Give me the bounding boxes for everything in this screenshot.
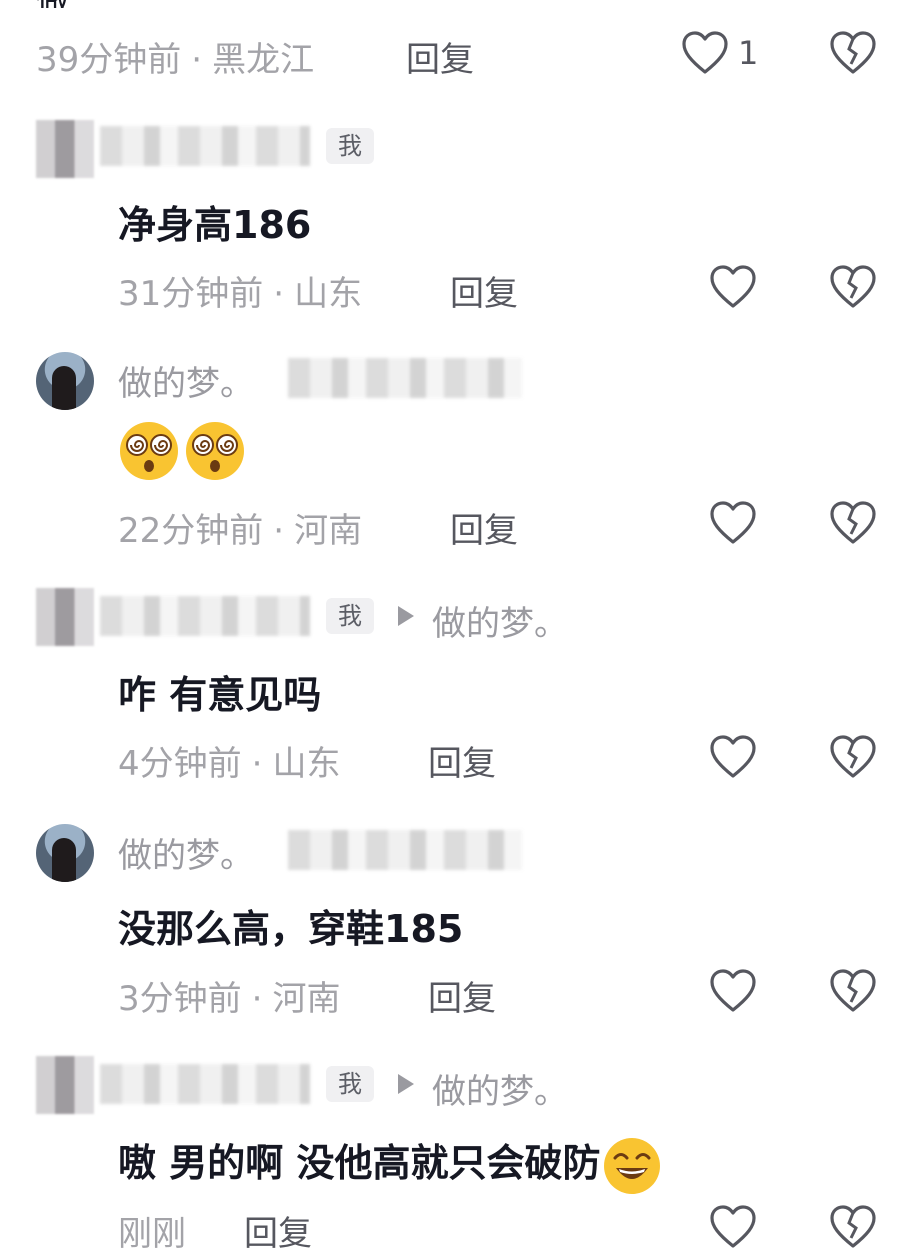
like-count: 1 bbox=[738, 34, 759, 72]
meta-separator: · bbox=[273, 274, 285, 314]
reply-target-username[interactable]: 做的梦。 bbox=[432, 1064, 568, 1113]
reply-button[interactable]: 回复 bbox=[244, 1206, 312, 1255]
meta-separator: · bbox=[251, 979, 263, 1019]
grin-squint-icon bbox=[604, 1137, 661, 1194]
comment-text: 嗷 男的啊 没他高就只会破防 bbox=[118, 1141, 601, 1185]
comment-time: 31分钟前 bbox=[118, 274, 264, 314]
username[interactable]: 做的梦。 bbox=[118, 828, 254, 877]
avatar[interactable] bbox=[36, 824, 94, 882]
avatar[interactable] bbox=[36, 588, 94, 646]
broken-heart-icon[interactable] bbox=[828, 500, 878, 546]
broken-heart-icon[interactable] bbox=[828, 734, 878, 780]
comment-location: 山东 bbox=[272, 744, 341, 784]
username-blurred bbox=[288, 358, 522, 398]
meta-separator: · bbox=[273, 511, 285, 551]
dizzy-face-icon bbox=[186, 422, 244, 480]
broken-heart-icon[interactable] bbox=[828, 1204, 878, 1250]
reply-arrow-icon bbox=[398, 606, 414, 626]
author-tag: 我 bbox=[326, 128, 374, 164]
previous-comment-stub: 做 bbox=[0, 0, 913, 8]
dizzy-face-icon bbox=[120, 422, 178, 480]
comment-text: 净身高186 bbox=[118, 203, 312, 247]
comment-text bbox=[118, 420, 250, 482]
comment-meta: 31分钟前 · 山东 bbox=[118, 266, 362, 315]
heart-icon[interactable] bbox=[708, 500, 758, 546]
reply-button[interactable]: 回复 bbox=[428, 736, 496, 785]
reply-arrow-icon bbox=[398, 1074, 414, 1094]
comment-time: 刚刚 bbox=[118, 1214, 186, 1254]
meta-separator: · bbox=[191, 40, 203, 80]
comment-meta: 39分钟前 · 黑龙江 bbox=[36, 32, 314, 81]
comment-text-line: 嗷 男的啊 没他高就只会破防 bbox=[118, 1132, 662, 1196]
username-blurred bbox=[100, 126, 310, 166]
reply-button[interactable]: 回复 bbox=[450, 503, 518, 552]
username-blurred bbox=[100, 1064, 310, 1104]
heart-icon[interactable] bbox=[708, 734, 758, 780]
comment-meta: 22分钟前 · 河南 bbox=[118, 503, 362, 552]
avatar[interactable] bbox=[36, 1056, 94, 1114]
comment-time: 4分钟前 bbox=[118, 744, 242, 784]
comment-time: 39分钟前 bbox=[36, 40, 182, 80]
comment-location: 黑龙江 bbox=[212, 40, 315, 80]
author-tag: 我 bbox=[326, 598, 374, 634]
comment-time: 3分钟前 bbox=[118, 979, 242, 1019]
reply-target-username[interactable]: 做的梦。 bbox=[432, 596, 568, 645]
heart-icon[interactable] bbox=[708, 1204, 758, 1250]
comment-meta: 刚刚 bbox=[118, 1206, 186, 1255]
reply-button[interactable]: 回复 bbox=[450, 266, 518, 315]
author-tag: 我 bbox=[326, 1066, 374, 1102]
comment-text: 没那么高，穿鞋185 bbox=[118, 907, 464, 951]
heart-icon[interactable] bbox=[708, 264, 758, 310]
broken-heart-icon[interactable] bbox=[828, 264, 878, 310]
avatar[interactable] bbox=[36, 120, 94, 178]
reply-button[interactable]: 回复 bbox=[406, 32, 474, 81]
comment-meta: 4分钟前 · 山东 bbox=[118, 736, 340, 785]
reply-button[interactable]: 回复 bbox=[428, 971, 496, 1020]
heart-icon[interactable] bbox=[680, 30, 730, 76]
comment-location: 河南 bbox=[272, 979, 341, 1019]
meta-separator: · bbox=[251, 744, 263, 784]
username-blurred bbox=[100, 596, 310, 636]
comment-location: 山东 bbox=[294, 274, 363, 314]
comment-text: 咋 有意见吗 bbox=[118, 673, 322, 717]
broken-heart-icon[interactable] bbox=[828, 968, 878, 1014]
comment-location: 河南 bbox=[294, 511, 363, 551]
heart-icon[interactable] bbox=[708, 968, 758, 1014]
comment-meta: 3分钟前 · 河南 bbox=[118, 971, 340, 1020]
username-blurred bbox=[288, 830, 522, 870]
broken-heart-icon[interactable] bbox=[828, 30, 878, 76]
username[interactable]: 做的梦。 bbox=[118, 356, 254, 405]
avatar[interactable] bbox=[36, 352, 94, 410]
comment-time: 22分钟前 bbox=[118, 511, 264, 551]
